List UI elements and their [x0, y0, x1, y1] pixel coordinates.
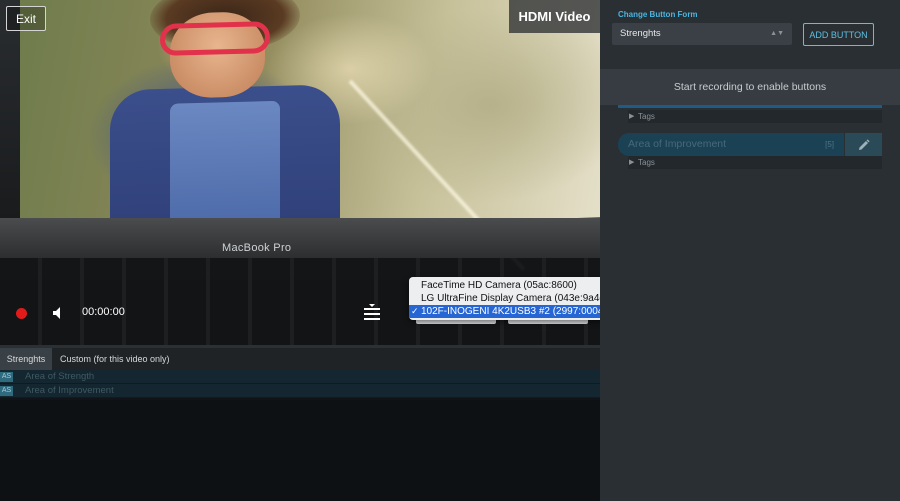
triangle-right-icon: ▶ — [629, 159, 635, 166]
list-item[interactable]: AS Area of Improvement — [0, 384, 600, 398]
button-abbr: AS — [0, 372, 13, 382]
recording-notice: Start recording to enable buttons — [600, 69, 900, 105]
camera-option[interactable]: FaceTime HD Camera (05ac:8600) — [409, 279, 621, 292]
camera-option-label: FaceTime HD Camera (05ac:8600) — [421, 280, 577, 291]
record-dot-icon[interactable] — [16, 308, 27, 319]
button-label: Area of Improvement — [25, 385, 114, 396]
tags-label: Tags — [638, 112, 655, 121]
tab-strengths[interactable]: Strenghts — [0, 348, 52, 370]
frame-subject-glasses — [160, 21, 270, 56]
shortcut-badge: [5] — [825, 140, 834, 149]
chevron-updown-icon: ▲▼ — [770, 30, 784, 37]
camera-option-selected[interactable]: ✓ 102F-INOGENI 4K2USB3 #2 (2997:0004) — [409, 305, 621, 318]
frame-subject-overall — [170, 100, 280, 234]
video-frame — [20, 0, 600, 271]
pencil-icon — [858, 138, 870, 150]
tags-toggle[interactable]: ▶ Tags — [628, 156, 882, 169]
app-root: MacBook Pro Exit HDMI Video 00:00:00 Fac… — [0, 0, 900, 501]
empty-area — [0, 400, 600, 501]
exit-button[interactable]: Exit — [6, 6, 46, 31]
laptop-bezel — [0, 218, 600, 258]
timecode: 00:00:00 — [82, 306, 125, 318]
triangle-right-icon: ▶ — [629, 113, 635, 120]
button-label: Area of Strength — [25, 371, 95, 382]
button-form-select[interactable]: Strenghts ▲▼ — [612, 23, 792, 45]
checkmark-icon: ✓ — [411, 306, 419, 316]
button-list: AS Area of Strength AS Area of Improveme… — [0, 370, 600, 398]
tab-custom[interactable]: Custom (for this video only) — [60, 348, 170, 370]
strength-button-edge — [618, 105, 882, 108]
tags-toggle[interactable]: ▶ Tags — [628, 110, 882, 123]
list-item[interactable]: AS Area of Strength — [0, 370, 600, 384]
form-label: Change Button Form — [618, 10, 698, 19]
camera-option[interactable]: LG UltraFine Display Camera (043e:9a4d) — [409, 292, 621, 305]
camera-option-label: 102F-INOGENI 4K2USB3 #2 (2997:0004) — [421, 306, 607, 317]
add-button[interactable]: ADD BUTTON — [803, 23, 874, 46]
button-abbr: AS — [0, 386, 13, 396]
video-source-label: HDMI Video — [509, 0, 600, 33]
button-form-tabs: Strenghts Custom (for this video only) — [0, 345, 600, 370]
edit-button[interactable] — [845, 133, 882, 156]
camera-option-label: LG UltraFine Display Camera (043e:9a4d) — [421, 293, 609, 304]
laptop-label: MacBook Pro — [222, 242, 292, 254]
camera-source-menu[interactable]: FaceTime HD Camera (05ac:8600) LG UltraF… — [409, 277, 621, 320]
select-value: Strenghts — [620, 28, 661, 39]
tags-label: Tags — [638, 158, 655, 167]
improvement-button-label: Area of Improvement — [628, 138, 727, 150]
align-icon[interactable] — [364, 304, 380, 322]
volume-icon[interactable] — [50, 305, 66, 321]
improvement-button[interactable]: Area of Improvement [5] — [618, 133, 844, 156]
